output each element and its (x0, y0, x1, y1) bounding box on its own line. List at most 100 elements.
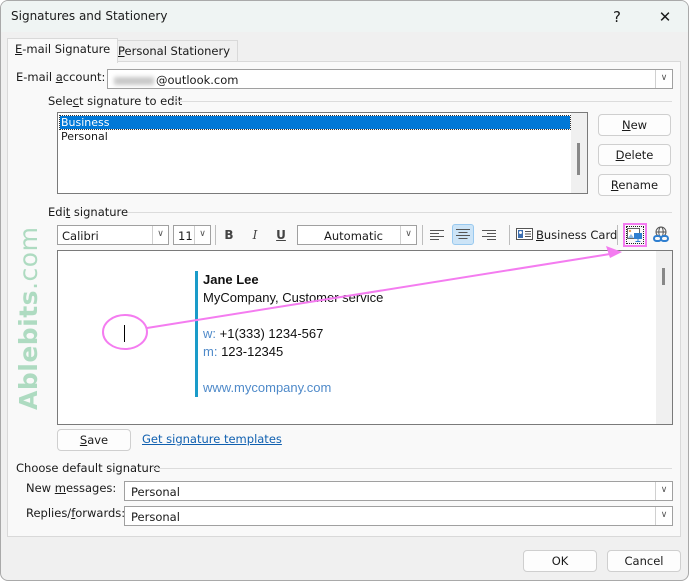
font-select[interactable]: Calibri ∨ (57, 225, 169, 245)
text-cursor (124, 325, 125, 342)
toolbar-separator (617, 225, 618, 245)
help-button[interactable]: ? (599, 5, 635, 29)
work-phone-value: +1(333) 1234-567 (219, 326, 324, 341)
ok-button[interactable]: OK (523, 550, 597, 572)
label-part: essages: (65, 481, 117, 495)
scroll-thumb[interactable] (577, 143, 580, 175)
toolbar-separator (509, 225, 510, 245)
insert-hyperlink-button[interactable] (652, 226, 670, 244)
hyperlink-icon (653, 226, 669, 242)
email-account-value: @outlook.com (114, 73, 238, 87)
label-part: Edi (48, 205, 66, 219)
default-signature-label: Choose default signature (16, 461, 161, 475)
signature-item-personal[interactable]: Personal (60, 130, 108, 143)
new-messages-select[interactable]: Personal ∨ (124, 481, 673, 501)
email-account-label: E-mail account: (16, 70, 105, 84)
label-part: signature (70, 205, 129, 219)
chevron-down-icon[interactable]: ∨ (152, 226, 168, 244)
font-size-value: 11 (178, 229, 193, 243)
group-divider (152, 468, 672, 469)
ablebits-watermark: Ablebits.com (14, 227, 43, 410)
new-messages-value: Personal (131, 485, 180, 499)
mobile-phone-value: 123-12345 (221, 344, 284, 359)
label-part: t signature to edit (78, 94, 183, 108)
email-domain: @outlook.com (156, 73, 239, 87)
label-part: E-mail (16, 70, 56, 84)
toolbar-separator (215, 225, 216, 245)
label-part: ccount: (62, 70, 106, 84)
cancel-button[interactable]: Cancel (607, 550, 681, 572)
label-part: m (54, 481, 66, 495)
signature-mobile-phone: m: 123-12345 (203, 344, 283, 359)
delete-button[interactable]: Delete (598, 144, 671, 166)
align-center-button[interactable] (452, 224, 474, 245)
label-part: Sele (48, 94, 73, 108)
picture-icon (627, 228, 642, 242)
close-button[interactable]: ✕ (647, 5, 683, 29)
align-right-button[interactable] (479, 225, 499, 245)
tab-label: -mail Signature (22, 42, 111, 56)
italic-button[interactable]: I (245, 225, 265, 245)
mobile-label: m: (203, 344, 218, 359)
chevron-down-icon[interactable]: ∨ (655, 507, 672, 525)
align-center-icon (456, 229, 470, 239)
chevron-down-icon[interactable]: ∨ (400, 226, 416, 244)
btn-label: ew (630, 118, 648, 132)
btn-label: usiness Card (543, 228, 618, 242)
align-right-icon (482, 230, 496, 240)
toolbar-separator (422, 225, 423, 245)
font-size-select[interactable]: 11 ∨ (173, 225, 211, 245)
replies-forwards-select[interactable]: Personal ∨ (124, 506, 673, 526)
signature-list[interactable]: Business Personal (57, 112, 588, 194)
label-part: orwards: (75, 506, 126, 520)
watermark-light: .com (14, 226, 43, 290)
font-color-value: Automatic (324, 229, 383, 243)
btn-label: ave (87, 433, 109, 447)
signature-name: Jane Lee (203, 272, 259, 287)
tab-label: ersonal Stationery (124, 44, 231, 58)
replies-forwards-label: Replies/forwards: (26, 506, 125, 520)
group-divider (128, 212, 672, 213)
signature-company: MyCompany, Customer service (203, 290, 384, 305)
business-card-icon (516, 228, 533, 240)
scroll-thumb[interactable] (662, 268, 665, 285)
chevron-down-icon[interactable]: ∨ (655, 70, 672, 88)
align-left-button[interactable] (427, 225, 447, 245)
btn-label: B (536, 228, 544, 242)
redacted-username (114, 76, 154, 85)
chevron-down-icon[interactable]: ∨ (194, 226, 210, 244)
save-button[interactable]: Save (57, 429, 131, 451)
signature-item-business[interactable]: Business (59, 115, 571, 130)
new-button[interactable]: New (598, 114, 671, 136)
signature-work-phone: w: +1(333) 1234-567 (203, 326, 323, 341)
underline-button[interactable]: U (271, 225, 291, 245)
rename-button[interactable]: Rename (598, 174, 671, 196)
email-account-select[interactable]: @outlook.com ∨ (107, 69, 673, 89)
tab-email-signature[interactable]: E-mail Signature (7, 38, 119, 63)
watermark-bold: Ablebits (14, 289, 43, 410)
edit-signature-label: Edit signature (48, 205, 128, 219)
signature-editor[interactable] (57, 250, 673, 425)
work-label: w: (203, 326, 216, 341)
tab-personal-stationery[interactable]: Personal Stationery (110, 40, 239, 63)
chevron-down-icon[interactable]: ∨ (655, 482, 672, 500)
replies-forwards-value: Personal (131, 510, 180, 524)
font-color-select[interactable]: Automatic ∨ (297, 225, 417, 245)
get-signature-templates-link[interactable]: Get signature templates (142, 432, 282, 446)
font-value: Calibri (62, 229, 99, 243)
group-divider (172, 101, 672, 102)
label-part: Replies/ (26, 506, 72, 520)
dialog-title: Signatures and Stationery (11, 9, 168, 23)
signature-accent-bar (195, 271, 198, 397)
align-left-icon (430, 230, 444, 240)
btn-label: elete (624, 148, 654, 162)
btn-label: N (621, 118, 631, 132)
editor-scrollbar[interactable] (656, 251, 672, 424)
business-card-button[interactable]: Business Card (516, 225, 617, 245)
bold-button[interactable]: B (219, 225, 239, 245)
list-scrollbar[interactable] (571, 113, 587, 193)
btn-label: ename (618, 178, 659, 192)
select-signature-label: Select signature to edit (48, 94, 182, 108)
insert-picture-button[interactable] (623, 223, 647, 247)
label-part: New (26, 481, 55, 495)
